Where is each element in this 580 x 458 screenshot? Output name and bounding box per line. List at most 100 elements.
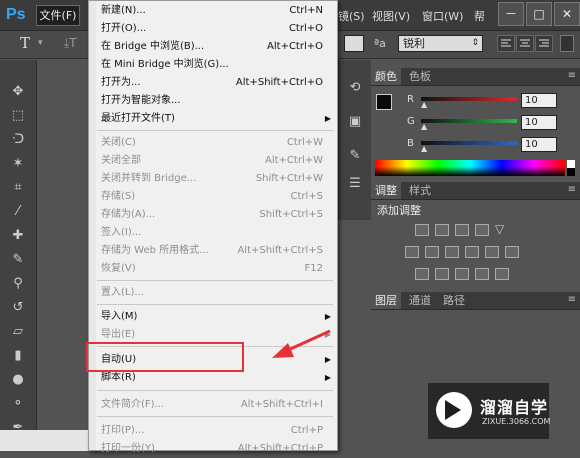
menu-separator (97, 416, 333, 417)
levels-icon[interactable] (435, 224, 449, 236)
history-panel-icon[interactable]: ⟲ (345, 78, 365, 98)
actions-panel-icon[interactable]: ▣ (345, 112, 365, 132)
highlight-box (86, 342, 244, 372)
channel-b-slider[interactable] (421, 141, 517, 145)
menu-item-check-in: 签入(I)... (101, 227, 142, 238)
menu-file[interactable]: 文件(F) (36, 5, 80, 26)
curves-icon[interactable] (455, 224, 469, 236)
lasso-tool-icon[interactable]: ᑝ (8, 130, 28, 150)
watermark-title: 溜溜自学 (480, 398, 549, 417)
tools-panel: ✥ ⬚ ᑝ ✶ ⌗ ⁄ ✚ ✎ ⚲ ↺ ▱ ▮ ● ⚬ ✒ (0, 60, 37, 451)
crop-tool-icon[interactable]: ⌗ (8, 178, 28, 198)
gradient-tool-icon[interactable]: ▮ (8, 346, 28, 366)
tab-color[interactable]: 颜色 (371, 68, 401, 85)
slider-thumb-icon[interactable]: ▲ (421, 100, 427, 109)
move-tool-icon[interactable]: ✥ (8, 82, 28, 102)
posterize-icon[interactable] (435, 268, 449, 280)
vibrance-icon[interactable]: ▽ (495, 222, 504, 236)
threshold-icon[interactable] (455, 268, 469, 280)
hue-saturation-icon[interactable] (405, 246, 419, 258)
channel-r-value[interactable]: 10 (521, 93, 557, 108)
menu-item-close-all: 关闭全部 Alt+Ctrl+W (101, 155, 323, 166)
tab-paths[interactable]: 路径 (439, 292, 469, 309)
maximize-button[interactable]: □ (526, 2, 552, 26)
file-menu-dropdown: 新建(N)... Ctrl+N 打开(O)... Ctrl+O 在 Bridge 中… (88, 0, 338, 454)
dodge-tool-icon[interactable]: ⚬ (8, 394, 28, 414)
channel-b-value[interactable]: 10 (521, 137, 557, 152)
menu-separator (97, 304, 333, 305)
menu-item-close-go-bridge: 关闭并转到 Bridge... Shift+Ctrl+W (101, 173, 323, 184)
channel-g-slider[interactable] (421, 119, 517, 123)
watermark-url: ZIXUE.3066.COM (482, 417, 551, 426)
menu-item-open-smart-object[interactable]: 打开为智能对象... (89, 92, 337, 110)
marquee-tool-icon[interactable]: ⬚ (8, 106, 28, 126)
color-panel-tabs: 颜色 色板 ≡ (371, 68, 580, 86)
align-right-icon (539, 39, 549, 47)
panel-menu-icon[interactable]: ≡ (568, 294, 576, 305)
menu-help[interactable]: 帮 (474, 8, 485, 24)
magic-wand-tool-icon[interactable]: ✶ (8, 154, 28, 174)
invert-icon[interactable] (415, 268, 429, 280)
menu-item-browse-mini-bridge[interactable]: 在 Mini Bridge 中浏览(G)... (89, 56, 337, 74)
align-right-button[interactable] (535, 35, 553, 52)
panel-menu-icon[interactable]: ≡ (568, 184, 576, 195)
minimize-button[interactable]: － (498, 2, 524, 26)
blur-tool-icon[interactable]: ● (8, 370, 28, 390)
tab-channels[interactable]: 通道 (405, 292, 435, 309)
photo-filter-icon[interactable] (465, 246, 479, 258)
document-area (0, 430, 88, 451)
eyedropper-tool-icon[interactable]: ⁄ (8, 202, 28, 222)
align-left-button[interactable] (497, 35, 515, 52)
menu-item-new[interactable]: 新建(N)... Ctrl+N (89, 2, 337, 20)
color-spectrum[interactable] (375, 160, 565, 176)
foreground-color-swatch[interactable] (376, 94, 392, 110)
menu-item-place: 置入(L)... (101, 287, 144, 298)
color-lookup-icon[interactable] (505, 246, 519, 258)
menu-filter[interactable]: 镜(S) (338, 8, 365, 24)
healing-brush-tool-icon[interactable]: ✚ (8, 226, 28, 246)
gradient-map-icon[interactable] (475, 268, 489, 280)
channel-r-slider[interactable] (421, 97, 517, 101)
brush-tool-icon[interactable]: ✎ (8, 250, 28, 270)
slider-thumb-icon[interactable]: ▲ (421, 122, 427, 131)
white-swatch[interactable] (567, 160, 575, 168)
menu-item-close: 关闭(C) Ctrl+W (101, 137, 323, 148)
tab-swatches[interactable]: 色板 (405, 68, 435, 85)
selective-color-icon[interactable] (495, 268, 509, 280)
type-orientation-icon[interactable]: ⤓T (64, 36, 77, 51)
menu-item-import[interactable]: 导入(M) ▶ (89, 308, 337, 326)
submenu-arrow-icon: ▶ (324, 373, 331, 382)
font-size-select[interactable] (344, 35, 364, 52)
menu-item-open-as[interactable]: 打开为... Alt+Shift+Ctrl+O (89, 74, 337, 92)
brightness-icon[interactable] (415, 224, 429, 236)
chevron-down-icon[interactable]: ▾ (38, 38, 43, 48)
channel-mixer-icon[interactable] (485, 246, 499, 258)
text-color-swatch[interactable] (560, 35, 574, 52)
menu-item-browse-bridge[interactable]: 在 Bridge 中浏览(B)... Alt+Ctrl+O (89, 38, 337, 56)
tab-styles[interactable]: 样式 (405, 182, 435, 199)
black-swatch[interactable] (567, 168, 575, 176)
align-center-icon (520, 39, 530, 47)
exposure-icon[interactable] (475, 224, 489, 236)
properties-panel-icon[interactable]: ☰ (345, 174, 365, 194)
type-tool-icon[interactable]: T (20, 34, 30, 52)
menu-window[interactable]: 窗口(W) (422, 8, 463, 24)
antialias-select[interactable]: 锐利 ⇕ (398, 35, 483, 52)
tab-layers[interactable]: 图层 (371, 292, 401, 309)
panel-menu-icon[interactable]: ≡ (568, 70, 576, 81)
color-balance-icon[interactable] (425, 246, 439, 258)
menu-item-save-for-web: 存储为 Web 所用格式... Alt+Shift+Ctrl+S (101, 245, 323, 256)
tool-presets-icon[interactable]: ✎ (345, 146, 365, 166)
black-white-icon[interactable] (445, 246, 459, 258)
menu-item-open[interactable]: 打开(O)... Ctrl+O (89, 20, 337, 38)
history-brush-tool-icon[interactable]: ↺ (8, 298, 28, 318)
close-button[interactable]: ✕ (554, 2, 580, 26)
menu-item-recent-files[interactable]: 最近打开文件(T) ▶ (89, 110, 337, 128)
tab-adjustments[interactable]: 调整 (371, 182, 401, 199)
menu-view[interactable]: 视图(V) (372, 8, 410, 24)
slider-thumb-icon[interactable]: ▲ (421, 144, 427, 153)
eraser-tool-icon[interactable]: ▱ (8, 322, 28, 342)
channel-g-value[interactable]: 10 (521, 115, 557, 130)
clone-stamp-tool-icon[interactable]: ⚲ (8, 274, 28, 294)
align-center-button[interactable] (516, 35, 534, 52)
